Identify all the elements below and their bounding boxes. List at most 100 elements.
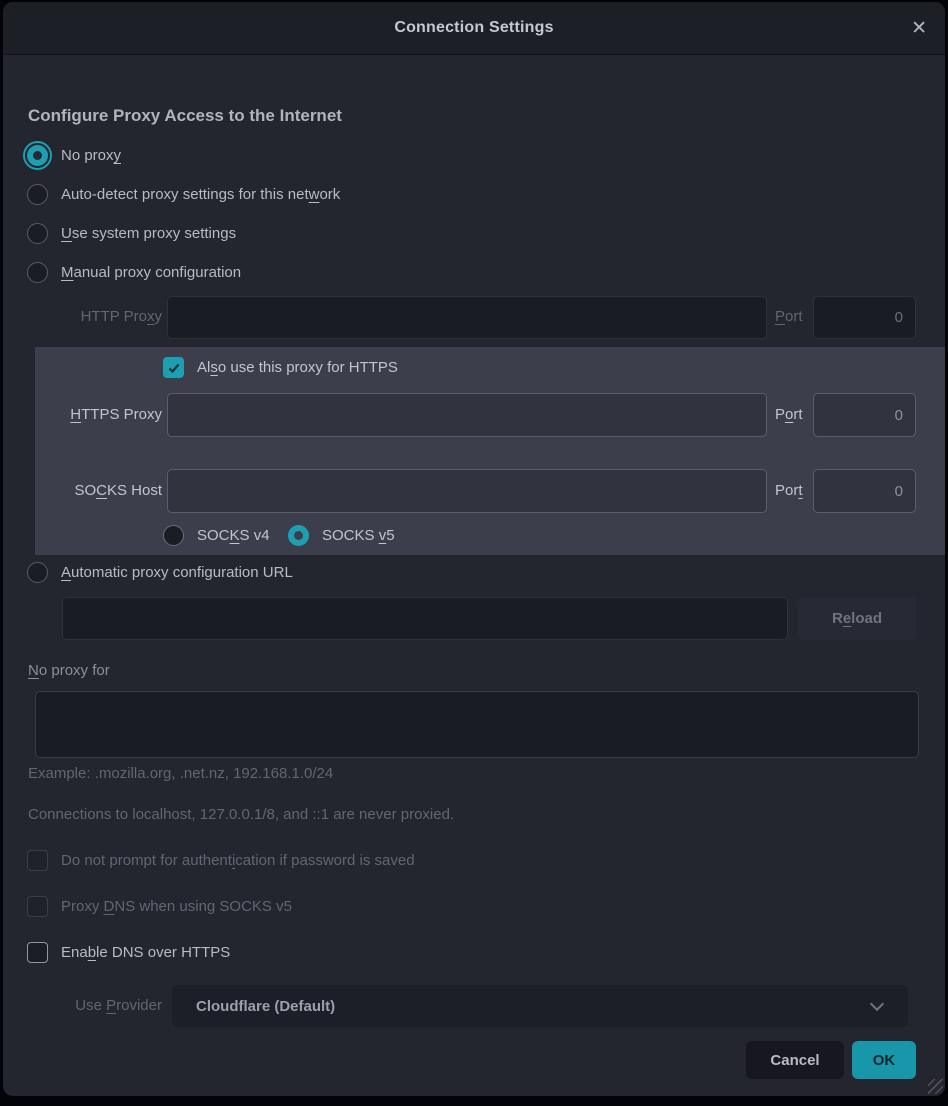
socks-port-input[interactable] [813, 469, 916, 513]
radio-no-proxy[interactable]: No proxy [27, 145, 121, 166]
close-icon: ✕ [911, 17, 927, 40]
https-proxy-input[interactable] [167, 393, 767, 437]
checkbox-no-prompt-auth[interactable] [27, 850, 48, 871]
screen: Connection Settings ✕ Configure Proxy Ac… [0, 0, 948, 1106]
radio-system-proxy[interactable]: Use system proxy settings [27, 223, 236, 244]
http-port-input[interactable] [813, 296, 916, 339]
label-accesskey: P [775, 308, 785, 325]
dialog-titlebar: Connection Settings ✕ [3, 2, 945, 55]
https-proxy-label: HTTPS Proxy [28, 393, 162, 437]
label-accesskey: M [61, 264, 74, 281]
label-accesskey: y [114, 147, 122, 164]
checkbox-dns-over-https[interactable] [27, 942, 48, 963]
label-accesskey: A [61, 564, 71, 581]
checkmark-icon [167, 361, 181, 375]
radio-icon-auto-detect[interactable] [27, 184, 48, 205]
radio-label-socks-v5: SOCKS v5 [322, 525, 395, 546]
label-pre: Por [775, 482, 798, 499]
cancel-button-label: Cancel [770, 1052, 819, 1069]
ok-button[interactable]: OK [852, 1041, 916, 1079]
radio-label-socks-v4: SOCKS v4 [197, 525, 270, 546]
label-post: rt [793, 406, 802, 423]
label-post: o use this proxy for HTTPS [218, 359, 398, 376]
https-port-label: Port [775, 393, 803, 437]
radio-icon-system-proxy[interactable] [27, 223, 48, 244]
label-accesskey: K [230, 527, 240, 544]
label-accesskey: t [798, 482, 802, 499]
provider-select[interactable]: Cloudflare (Default) [172, 985, 908, 1027]
radio-icon-no-proxy[interactable] [27, 145, 48, 166]
label-post: anual proxy configuration [74, 264, 242, 281]
dialog-title: Connection Settings [394, 19, 553, 37]
label-pre: HTTP Pro [81, 308, 147, 325]
http-proxy-input[interactable] [167, 296, 767, 339]
label-post: o proxy for [39, 662, 110, 679]
never-proxied-note: Connections to localhost, 127.0.0.1/8, a… [28, 804, 454, 825]
no-proxy-example-text: Example: .mozilla.org, .net.nz, 192.168.… [28, 763, 333, 784]
radio-socks-v4[interactable]: SOCKS v4 [163, 525, 270, 546]
radio-icon-socks-v4[interactable] [163, 525, 184, 546]
checkbox-proxy-dns[interactable] [27, 896, 48, 917]
auto-config-url-input[interactable] [62, 597, 788, 640]
label-accesskey: s [210, 359, 218, 376]
label-pre: Al [197, 359, 210, 376]
http-port-label: Port [775, 296, 803, 338]
checkbox-row-no-prompt-auth[interactable]: Do not prompt for authentication if pass… [27, 850, 415, 871]
use-provider-label: Use Provider [28, 985, 162, 1027]
radio-label-no-proxy: No proxy [61, 145, 121, 166]
connection-settings-dialog: Connection Settings ✕ Configure Proxy Ac… [3, 2, 945, 1096]
label-post: S v4 [240, 527, 270, 544]
use-proxy-for-https-checkbox-row[interactable]: Also use this proxy for HTTPS [163, 357, 398, 378]
https-port-input[interactable] [813, 393, 916, 437]
checkbox-row-dns-over-https[interactable]: Enable DNS over HTTPS [27, 942, 230, 963]
no-proxy-for-textarea[interactable] [35, 691, 919, 758]
label-pre: Ena [61, 944, 88, 961]
reload-button[interactable]: Reload [798, 597, 916, 640]
label-pre: P [775, 406, 785, 423]
checkbox-use-proxy-for-https[interactable] [163, 357, 184, 378]
close-button[interactable]: ✕ [911, 2, 927, 55]
ok-button-label: OK [873, 1052, 896, 1069]
label-post: NS when using SOCKS v5 [114, 898, 292, 915]
radio-label-auto-detect: Auto-detect proxy settings for this netw… [61, 184, 340, 205]
socks-host-input[interactable] [167, 469, 767, 513]
label-accesskey: P [106, 997, 116, 1014]
radio-label-system-proxy: Use system proxy settings [61, 223, 236, 244]
reload-button-label: Reload [832, 610, 882, 627]
label-pre: Proxy [61, 898, 104, 915]
label-pre: No prox [61, 147, 114, 164]
radio-socks-v5[interactable]: SOCKS v5 [288, 525, 395, 546]
label-post: load [851, 610, 882, 627]
resize-grip[interactable] [928, 1079, 943, 1094]
label-pre: Do not prompt for authent [61, 852, 232, 869]
cancel-button[interactable]: Cancel [746, 1041, 844, 1079]
label-pre: R [832, 610, 843, 627]
radio-auto-detect[interactable]: Auto-detect proxy settings for this netw… [27, 184, 340, 205]
label-accesskey: x [147, 308, 155, 325]
checkbox-label-proxy-dns: Proxy DNS when using SOCKS v5 [61, 896, 292, 917]
label-post: TTPS Proxy [81, 406, 162, 423]
label-accesskey: C [96, 482, 107, 499]
radio-icon-manual-proxy[interactable] [27, 262, 48, 283]
section-heading: Configure Proxy Access to the Internet [28, 106, 342, 126]
radio-auto-config-url[interactable]: Automatic proxy configuration URL [27, 562, 293, 583]
label-accesskey: b [88, 944, 96, 961]
label-post: ort [785, 308, 803, 325]
label-post: ork [319, 186, 340, 203]
radio-label-auto-config-url: Automatic proxy configuration URL [61, 562, 293, 583]
label-post: 5 [386, 527, 394, 544]
label-post: KS Host [107, 482, 162, 499]
section-heading-text: Configure Proxy Access to the Internet [28, 106, 342, 125]
label-accesskey: N [28, 662, 39, 679]
chevron-down-icon [870, 997, 884, 1011]
label-pre: SO [74, 482, 96, 499]
radio-icon-socks-v5[interactable] [288, 525, 309, 546]
label-pre: Auto-detect proxy settings for this net [61, 186, 309, 203]
https-socks-section: Also use this proxy for HTTPS HTTPS Prox… [35, 347, 945, 555]
checkbox-label-use-proxy-for-https: Also use this proxy for HTTPS [197, 357, 398, 378]
socks-port-label: Port [775, 469, 803, 513]
radio-icon-auto-config-url[interactable] [27, 562, 48, 583]
radio-manual-proxy[interactable]: Manual proxy configuration [27, 262, 241, 283]
checkbox-row-proxy-dns[interactable]: Proxy DNS when using SOCKS v5 [27, 896, 292, 917]
provider-select-value: Cloudflare (Default) [172, 998, 335, 1015]
